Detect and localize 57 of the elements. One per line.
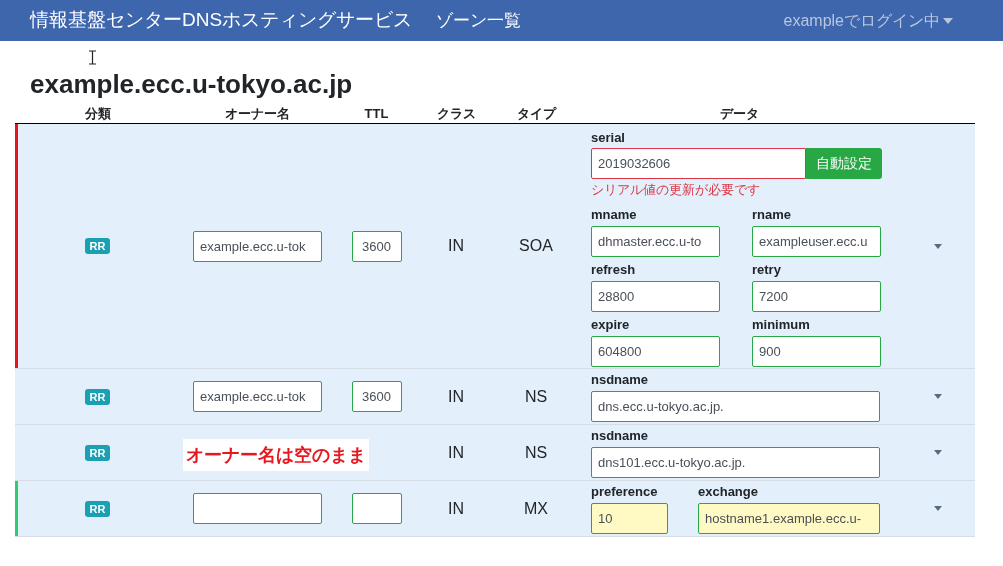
zone-title: example.ecc.u-tokyo.ac.jp	[30, 68, 354, 100]
record-badge: RR	[84, 444, 111, 461]
class-text: IN	[448, 442, 464, 463]
input-field[interactable]: 10	[591, 503, 668, 534]
type-text: NS	[524, 386, 548, 407]
input-field[interactable]	[193, 493, 322, 524]
input-field[interactable]: dns.ecc.u-tokyo.ac.jp.	[591, 391, 880, 422]
input-field[interactable]: 900	[752, 336, 881, 367]
dropdown-caret-icon[interactable]	[933, 450, 942, 455]
type-text: NS	[524, 442, 548, 463]
record-badge: RR	[84, 388, 111, 405]
record-badge: RR	[84, 238, 111, 254]
column-header: タイプ	[516, 105, 556, 123]
input-field[interactable]: example.ecc.u-tok	[193, 230, 322, 262]
text-cursor-icon	[88, 50, 97, 65]
column-header: 分類	[84, 105, 111, 123]
field-label: nsdname	[591, 372, 650, 388]
note-tooltip: オーナー名は空のまま	[183, 439, 369, 471]
class-text: IN	[448, 386, 464, 407]
field-label: refresh	[591, 262, 637, 278]
class-text: IN	[448, 236, 464, 256]
input-field[interactable]: dhmaster.ecc.u-to	[591, 226, 720, 257]
input-field[interactable]: 28800	[591, 281, 720, 312]
input-field[interactable]: 604800	[591, 336, 720, 367]
input-field[interactable]: 2019032606	[591, 148, 806, 179]
field-label: nsdname	[591, 428, 650, 444]
type-text: MX	[524, 498, 548, 519]
field-label: serial	[591, 130, 626, 146]
record-badge: RR	[84, 500, 111, 517]
field-label: exchange	[698, 484, 759, 500]
input-field[interactable]: 7200	[752, 281, 881, 312]
dropdown-caret-icon[interactable]	[933, 243, 942, 249]
field-label: mname	[591, 207, 638, 223]
type-text: SOA	[519, 236, 553, 256]
column-header: クラス	[436, 105, 476, 123]
error-message: シリアル値の更新が必要です	[591, 182, 761, 198]
input-field[interactable]: example.ecc.u-tok	[193, 381, 322, 412]
field-label: expire	[591, 317, 631, 333]
nav-link[interactable]: ゾーン一覧	[436, 7, 522, 34]
brand-title[interactable]: 情報基盤センターDNSホスティングサービス	[30, 6, 413, 35]
field-label: minimum	[752, 317, 811, 333]
input-field[interactable]	[351, 493, 402, 524]
dropdown-caret-icon[interactable]	[933, 506, 942, 511]
field-label: rname	[752, 207, 793, 223]
field-label: retry	[752, 262, 782, 278]
input-field[interactable]: exampleuser.ecc.u	[752, 226, 881, 257]
input-field[interactable]: 3600	[351, 381, 402, 412]
caret-icon	[943, 17, 953, 24]
input-field[interactable]: hostname1.example.ecc.u-	[698, 503, 880, 534]
column-header: データ	[719, 105, 759, 123]
dropdown-caret-icon[interactable]	[933, 394, 942, 399]
input-field[interactable]: 3600	[351, 230, 402, 262]
column-header: TTL	[364, 105, 389, 123]
column-header: オーナー名	[225, 105, 290, 123]
input-field[interactable]: dns101.ecc.u-tokyo.ac.jp.	[591, 447, 880, 478]
class-text: IN	[448, 498, 464, 519]
field-label: preference	[591, 484, 659, 500]
